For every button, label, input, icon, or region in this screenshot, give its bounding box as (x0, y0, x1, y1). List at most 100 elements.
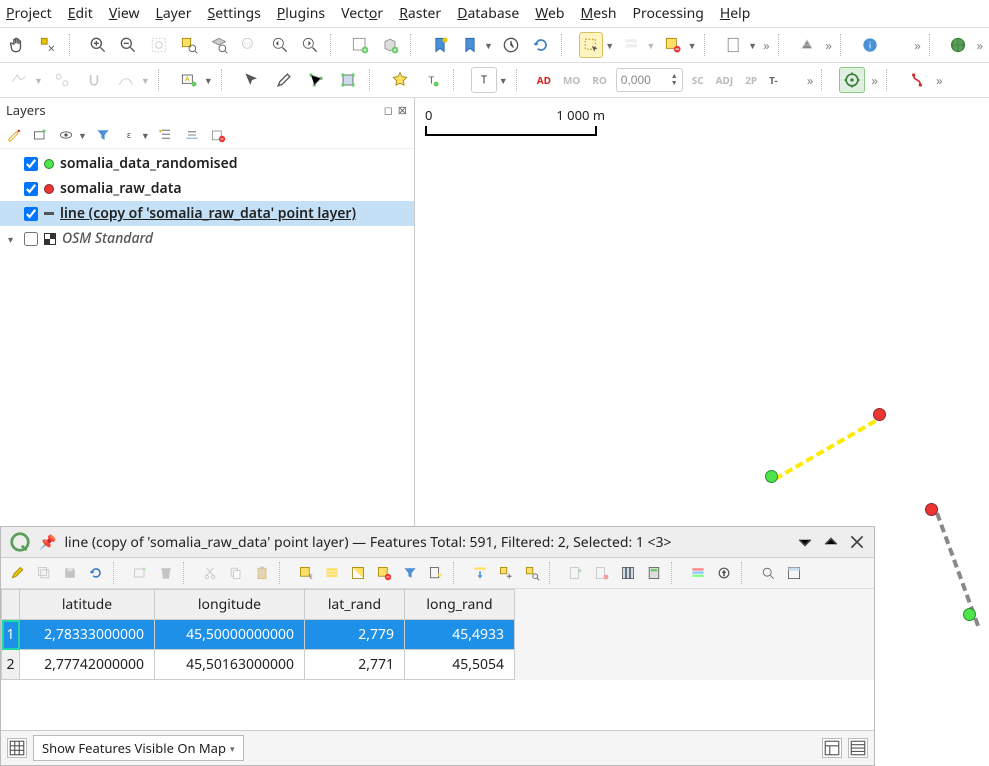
deselect-all-icon[interactable] (373, 562, 395, 584)
layer-visibility-checkbox[interactable] (24, 207, 38, 221)
panel-close-icon[interactable]: ⊠ (398, 103, 408, 118)
table-row[interactable]: 1 2,78333000000 45,50000000000 2,779 45,… (2, 620, 515, 650)
menu-settings[interactable]: Settings (208, 4, 261, 23)
delete-selected-icon[interactable] (155, 562, 177, 584)
dock-icon[interactable] (783, 562, 805, 584)
add-favorite-icon[interactable] (387, 67, 413, 93)
text-tool-icon[interactable]: T (471, 67, 497, 93)
select-expr-icon[interactable]: ε (295, 562, 317, 584)
identify-icon[interactable]: i (857, 32, 881, 58)
attribute-table[interactable]: latitude longitude lat_rand long_rand 1 … (1, 589, 515, 680)
organize-columns-icon[interactable] (617, 562, 639, 584)
collapse-all-icon[interactable] (182, 125, 202, 145)
cut-icon[interactable] (199, 562, 221, 584)
badge-mo[interactable]: MO (560, 71, 583, 89)
conditional-format-icon[interactable] (687, 562, 709, 584)
layer-visibility-checkbox[interactable] (24, 182, 38, 196)
menu-project[interactable]: Project (6, 4, 52, 23)
badge-ro[interactable]: RO (589, 71, 609, 89)
table-view-icon[interactable] (7, 738, 27, 758)
column-header[interactable]: longitude (155, 590, 305, 620)
expand-all-icon[interactable] (156, 125, 176, 145)
layer-row[interactable]: somalia_data_randomised (0, 151, 414, 176)
processing-toolbox-icon[interactable] (839, 67, 865, 93)
menu-raster[interactable]: Raster (399, 4, 441, 23)
select-dropdown[interactable]: ▼ (605, 39, 614, 52)
label-move-icon[interactable]: A (176, 67, 202, 93)
plugin-icon[interactable] (904, 67, 930, 93)
new-map-icon[interactable] (347, 32, 371, 58)
no-projection-icon[interactable] (946, 32, 970, 58)
new-bookmark-icon[interactable] (427, 32, 451, 58)
badge-2p[interactable]: 2P (742, 71, 760, 89)
multiedit-icon[interactable] (33, 562, 55, 584)
expand-tri-icon[interactable]: ▾ (8, 232, 18, 246)
add-polygon-icon[interactable] (335, 67, 361, 93)
move-selection-top-icon[interactable] (469, 562, 491, 584)
zoom-next-icon[interactable] (298, 32, 322, 58)
pin-icon[interactable]: 📌 (39, 533, 56, 552)
add-feature-icon[interactable] (129, 562, 151, 584)
menu-web[interactable]: Web (535, 4, 564, 23)
snapping-icon[interactable] (81, 67, 107, 93)
filter-legend-icon[interactable] (93, 125, 113, 145)
reload-icon[interactable] (85, 562, 107, 584)
trace-icon[interactable] (113, 67, 139, 93)
manage-themes-icon[interactable] (56, 125, 76, 145)
topo-editing-icon[interactable] (49, 67, 75, 93)
table-row[interactable]: 2 2,77742000000 45,50163000000 2,771 45,… (2, 650, 515, 680)
copy-icon[interactable] (225, 562, 247, 584)
select-by-value-icon[interactable] (620, 32, 644, 58)
badge-ad[interactable]: AD (534, 71, 554, 89)
new-field-icon[interactable] (565, 562, 587, 584)
layer-row[interactable]: ▾ OSM Standard (0, 226, 414, 251)
save-edits-icon[interactable] (59, 562, 81, 584)
layer-row[interactable]: line (copy of 'somalia_raw_data' point l… (0, 201, 414, 226)
menu-vector[interactable]: Vector (341, 4, 383, 23)
window-close-icon[interactable] (848, 533, 866, 551)
attribute-table-titlebar[interactable]: 📌 line (copy of 'somalia_raw_data' point… (1, 527, 874, 558)
temporal-icon[interactable] (499, 32, 523, 58)
select-all-icon[interactable] (321, 562, 343, 584)
layer-visibility-checkbox[interactable] (24, 232, 38, 246)
show-bookmarks-icon[interactable] (458, 32, 482, 58)
add-group-icon[interactable] (30, 125, 50, 145)
zoom-selection-icon[interactable] (177, 32, 201, 58)
menu-help[interactable]: Help (720, 4, 751, 23)
table-view-toggle-icon[interactable] (848, 738, 868, 758)
menu-edit[interactable]: Edit (68, 4, 93, 23)
toggle-edit-icon[interactable] (7, 562, 29, 584)
new-3d-icon[interactable] (378, 32, 402, 58)
menu-database[interactable]: Database (457, 4, 519, 23)
invert-selection-icon[interactable] (347, 562, 369, 584)
column-header[interactable]: latitude (20, 590, 155, 620)
delete-field-icon[interactable] (591, 562, 613, 584)
badge-sc[interactable]: SC (689, 71, 707, 89)
filter-selection-icon[interactable] (399, 562, 421, 584)
zoom-to-selected-icon[interactable] (521, 562, 543, 584)
menu-plugins[interactable]: Plugins (277, 4, 325, 23)
layer-visibility-checkbox[interactable] (24, 157, 38, 171)
panel-float-icon[interactable]: ◻ (384, 103, 394, 118)
filter-expression-icon[interactable]: ε (119, 125, 139, 145)
zoom-last-icon[interactable] (268, 32, 292, 58)
column-header[interactable]: long_rand (405, 590, 515, 620)
allow-intersections-icon[interactable] (6, 67, 32, 93)
new-layout-icon[interactable] (722, 32, 746, 58)
pan-to-selection-icon[interactable] (36, 32, 60, 58)
badge-adj[interactable]: ADJ (713, 71, 737, 89)
add-line-icon[interactable] (303, 67, 329, 93)
select-features-icon[interactable] (579, 32, 603, 58)
paste-icon[interactable] (251, 562, 273, 584)
style-manager-icon[interactable] (4, 125, 24, 145)
feature-filter-combo[interactable]: Show Features Visible On Map ▾ (33, 735, 244, 761)
add-text-annotation-icon[interactable]: T (419, 67, 445, 93)
toggle-editing-icon[interactable] (271, 67, 297, 93)
filter-form-icon[interactable] (425, 562, 447, 584)
coord-spinbox[interactable]: ▲▼ (616, 68, 683, 92)
zoom-map-icon[interactable] (757, 562, 779, 584)
pan-to-selected-icon[interactable] (495, 562, 517, 584)
zoom-full-icon[interactable] (146, 32, 170, 58)
bookmarks-dropdown[interactable]: ▼ (484, 39, 493, 52)
menu-layer[interactable]: Layer (155, 4, 191, 23)
